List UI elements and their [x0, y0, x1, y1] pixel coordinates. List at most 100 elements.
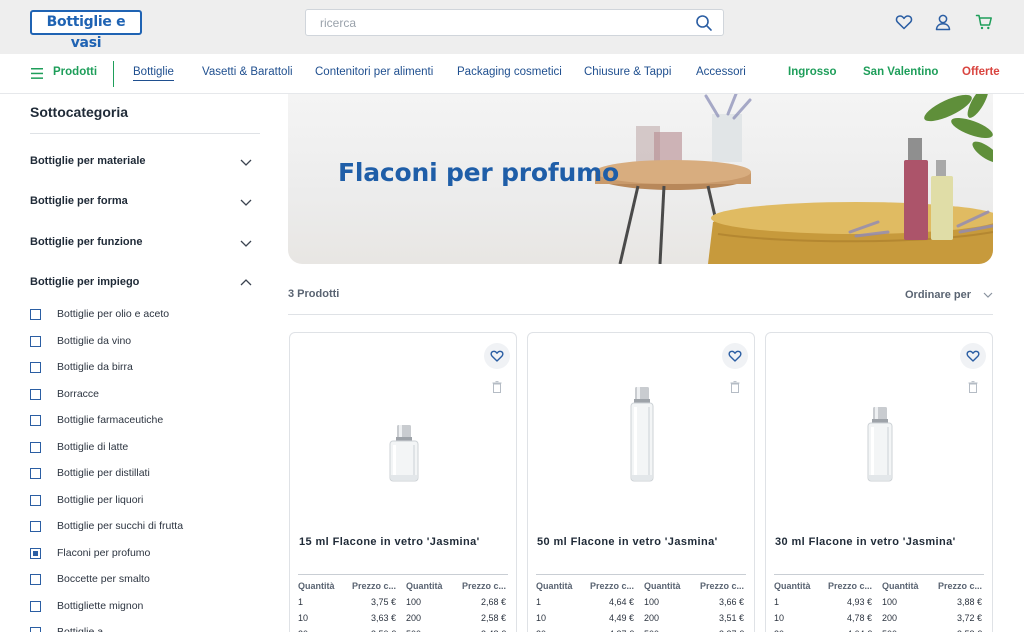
- price-header: Prezzo c...: [351, 581, 396, 591]
- price-value: 3,72 €: [956, 613, 982, 623]
- nav-item-accessori[interactable]: Accessori: [696, 66, 746, 78]
- chevron-down-icon[interactable]: [983, 291, 993, 299]
- menu-icon[interactable]: [31, 68, 43, 79]
- checkbox[interactable]: [30, 521, 41, 532]
- qty-header: Quantità: [298, 581, 335, 591]
- chevron-down-icon: [240, 159, 252, 166]
- checkbox[interactable]: [30, 309, 41, 320]
- price-qty: 10: [536, 613, 547, 623]
- filter-option-label: Bottiglie farmaceutiche: [57, 414, 164, 426]
- accordion-forma[interactable]: Bottiglie per forma: [30, 195, 252, 211]
- qty-header: Quantità: [774, 581, 811, 591]
- nav-item-bottiglie[interactable]: Bottiglie: [133, 66, 174, 81]
- price-value: 3,63 €: [370, 613, 396, 623]
- price-value: 4,64 €: [608, 597, 634, 607]
- sort-dropdown[interactable]: Ordinare per: [905, 289, 971, 301]
- checkbox[interactable]: [30, 494, 41, 506]
- site-header: Bottiglie e vasi ricerca: [0, 0, 1024, 54]
- price-value: 4,49 €: [608, 613, 634, 623]
- filter-option-label: Boccette per smalto: [57, 573, 150, 585]
- nav-item-offerte[interactable]: Offerte: [962, 66, 1000, 78]
- price-header: Prezzo c...: [461, 581, 506, 591]
- product-image[interactable]: [528, 373, 755, 493]
- search-input[interactable]: ricerca: [320, 16, 356, 30]
- nav-item-chiusure[interactable]: Chiusure & Tappi: [584, 66, 671, 78]
- chevron-up-icon: [240, 279, 252, 286]
- product-title[interactable]: 50 ml Flacone in vetro 'Jasmina': [537, 536, 718, 548]
- site-logo[interactable]: Bottiglie e vasi: [30, 10, 142, 51]
- filter-option-label: Bottiglie per liquori: [57, 493, 144, 506]
- price-header: Prezzo c...: [589, 581, 634, 591]
- checkbox[interactable]: [30, 335, 41, 347]
- price-value: 3,51 €: [718, 613, 744, 623]
- divider: [30, 133, 260, 134]
- filter-option-label: Bottiglie per olio e aceto: [57, 308, 170, 320]
- price-qty: 1: [536, 597, 542, 607]
- accordion-label: Bottiglie per impiego: [30, 276, 140, 288]
- wishlist-button[interactable]: [484, 343, 510, 369]
- accordion-funzione[interactable]: Bottiglie per funzione: [30, 236, 252, 252]
- filter-option-label: Flaconi per profumo: [57, 546, 151, 559]
- product-card[interactable]: 15 ml Flacone in vetro 'Jasmina' Quantità…: [289, 332, 517, 632]
- checkbox[interactable]: [30, 600, 41, 612]
- qty-header: Quantità: [406, 581, 443, 591]
- filter-option-label: Borracce: [57, 387, 100, 400]
- price-value: 2,58 €: [480, 613, 506, 623]
- accordion-impiego[interactable]: Bottiglie per impiego: [30, 276, 252, 292]
- cart-icon[interactable]: [975, 13, 993, 31]
- price-qty: 10: [774, 613, 785, 623]
- checkbox[interactable]: [30, 627, 41, 632]
- price-qty: 100: [882, 597, 898, 607]
- divider: [298, 574, 508, 575]
- checkbox[interactable]: [30, 547, 41, 559]
- product-card[interactable]: 50 ml Flacone in vetro 'Jasmina' Quantità…: [527, 332, 755, 632]
- nav-products[interactable]: Prodotti: [53, 66, 97, 78]
- wishlist-button[interactable]: [960, 343, 986, 369]
- price-header: Prezzo c...: [699, 581, 744, 591]
- wishlist-button[interactable]: [722, 343, 748, 369]
- checkbox[interactable]: [30, 441, 41, 453]
- nav-item-vasetti[interactable]: Vasetti & Barattoli: [202, 66, 293, 78]
- sidebar-title: Sottocategoria: [30, 104, 129, 120]
- accordion-label: Bottiglie per materiale: [30, 155, 146, 167]
- price-header: Prezzo c...: [827, 581, 872, 591]
- product-title[interactable]: 30 ml Flacone in vetro 'Jasmina': [775, 536, 956, 548]
- search-icon[interactable]: [695, 14, 713, 32]
- qty-header: Quantità: [644, 581, 681, 591]
- product-title[interactable]: 15 ml Flacone in vetro 'Jasmina': [299, 536, 480, 548]
- price-value: 3,75 €: [370, 597, 396, 607]
- price-value: 2,68 €: [480, 597, 506, 607]
- price-value: 3,88 €: [956, 597, 982, 607]
- chevron-down-icon: [240, 240, 252, 247]
- nav-item-ingrosso[interactable]: Ingrosso: [788, 66, 837, 78]
- nav-item-san-valentino[interactable]: San Valentino: [863, 66, 938, 78]
- checkbox[interactable]: [30, 388, 41, 400]
- price-header: Prezzo c...: [937, 581, 982, 591]
- filter-option-label: Bottiglie per succhi di frutta: [57, 520, 184, 532]
- qty-header: Quantità: [536, 581, 573, 591]
- price-qty: 200: [644, 613, 660, 623]
- nav-item-packaging[interactable]: Packaging cosmetici: [457, 66, 562, 78]
- main-nav: Prodotti Bottiglie Vasetti & Barattoli C…: [0, 54, 1024, 94]
- accordion-materiale[interactable]: Bottiglie per materiale: [30, 155, 252, 171]
- product-image[interactable]: [766, 373, 993, 493]
- heart-icon[interactable]: [895, 13, 913, 31]
- price-qty: 200: [882, 613, 898, 623]
- nav-divider: [113, 61, 114, 87]
- search-bar[interactable]: ricerca: [305, 9, 724, 36]
- price-qty: 1: [774, 597, 780, 607]
- checkbox[interactable]: [30, 468, 41, 479]
- product-card[interactable]: 30 ml Flacone in vetro 'Jasmina' Quantità…: [765, 332, 993, 632]
- product-count: 3 Prodotti: [288, 288, 340, 300]
- divider: [774, 574, 984, 575]
- checkbox[interactable]: [30, 574, 41, 585]
- chevron-down-icon: [240, 199, 252, 206]
- checkbox[interactable]: [30, 362, 41, 373]
- checkbox[interactable]: [30, 415, 41, 426]
- price-qty: 10: [298, 613, 309, 623]
- user-icon[interactable]: [934, 13, 952, 31]
- price-qty: 200: [406, 613, 422, 623]
- product-image[interactable]: [290, 373, 517, 493]
- nav-item-contenitori[interactable]: Contenitori per alimenti: [315, 66, 433, 78]
- qty-header: Quantità: [882, 581, 919, 591]
